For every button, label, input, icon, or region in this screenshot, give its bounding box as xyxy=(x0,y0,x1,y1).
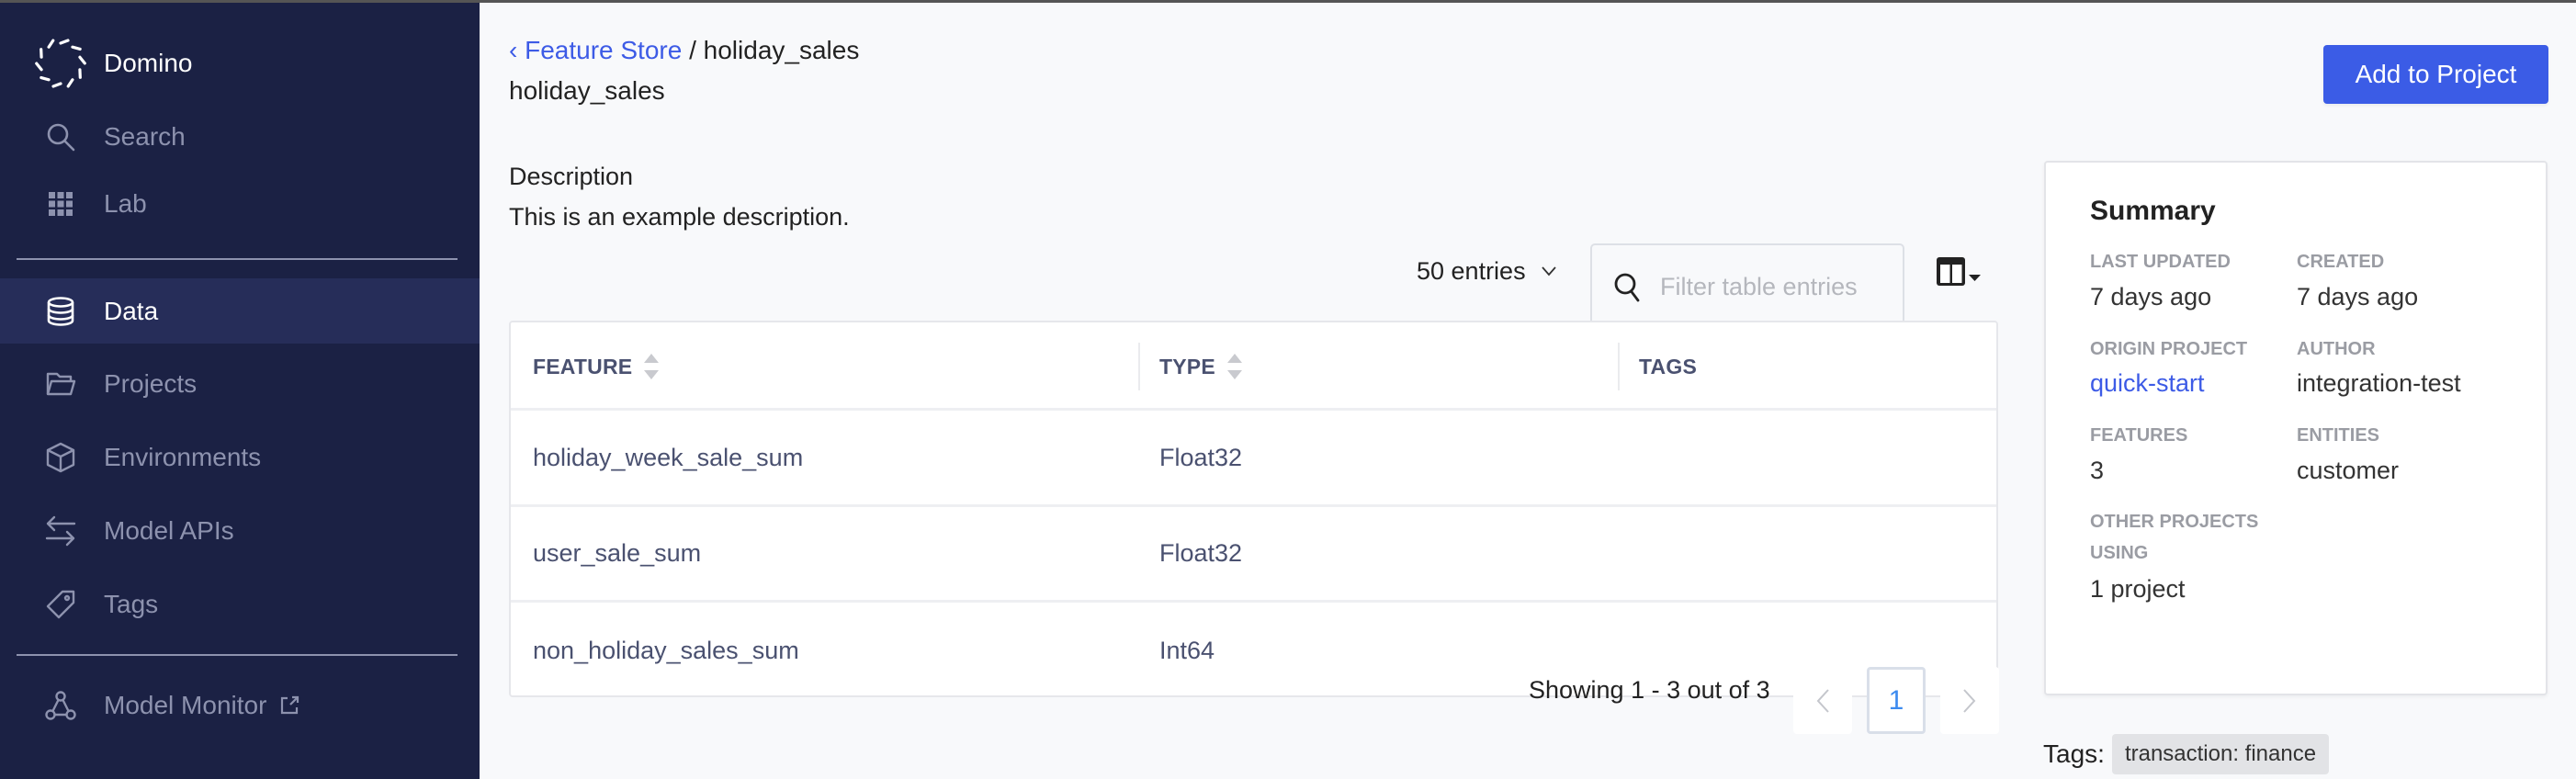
tag-icon xyxy=(44,588,77,621)
summary-card: Summary LAST UPDATED 7 days ago CREATED … xyxy=(2044,161,2548,695)
sidebar-item-label: Model APIs xyxy=(104,516,234,545)
column-header-tags: TAGS xyxy=(1639,322,1697,411)
cube-icon xyxy=(44,441,77,474)
columns-icon xyxy=(1937,257,1981,286)
column-header-type[interactable]: TYPE xyxy=(1159,322,1243,411)
arrows-exchange-icon xyxy=(44,514,77,548)
cell-feature: non_holiday_sales_sum xyxy=(533,636,799,664)
filter-field[interactable] xyxy=(1590,243,1904,331)
add-to-project-button[interactable]: Add to Project xyxy=(2323,45,2548,104)
last-updated-value: 7 days ago xyxy=(2090,283,2212,310)
page-button-1[interactable]: 1 xyxy=(1867,667,1926,734)
column-separator xyxy=(1138,343,1140,390)
chevron-left-icon xyxy=(1816,688,1829,713)
author-value: integration-test xyxy=(2297,369,2461,397)
column-header-label: TAGS xyxy=(1639,354,1697,378)
sidebar-item-environments[interactable]: Environments xyxy=(0,425,480,490)
sidebar-divider xyxy=(17,258,458,260)
entries-label: 50 entries xyxy=(1417,256,1526,285)
next-page-button[interactable] xyxy=(1940,667,1999,734)
tags-row: Tags: transaction: finance xyxy=(2043,733,2330,775)
column-header-label: TYPE xyxy=(1159,354,1215,378)
tag-chip[interactable]: transaction: finance xyxy=(2111,734,2330,774)
sidebar-item-projects[interactable]: Projects xyxy=(0,352,480,416)
sidebar-item-label: Model Monitor xyxy=(104,691,299,720)
sidebar-item-label: Data xyxy=(104,296,159,325)
sort-icon xyxy=(1226,354,1242,379)
brand-name: Domino xyxy=(104,49,193,77)
sort-icon xyxy=(644,354,660,379)
cell-type: Int64 xyxy=(1159,636,1215,664)
description-text: This is an example description. xyxy=(509,203,850,231)
sidebar-item-data[interactable]: Data xyxy=(0,278,480,344)
features-value: 3 xyxy=(2090,457,2105,484)
column-visibility-toggle[interactable] xyxy=(1933,253,1984,289)
entities-value: customer xyxy=(2297,457,2400,484)
sidebar-item-label: Projects xyxy=(104,369,198,398)
sidebar-item-label: Lab xyxy=(104,189,147,218)
sidebar-item-search[interactable]: Search xyxy=(0,105,480,169)
column-header-label: FEATURE xyxy=(533,354,633,378)
features-table: FEATURE TYPE TAGS holiday_week_sale_sum … xyxy=(509,321,1998,697)
tags-label: Tags: xyxy=(2043,739,2105,768)
cell-feature: user_sale_sum xyxy=(533,539,702,567)
brand[interactable]: Domino xyxy=(35,36,192,91)
created-value: 7 days ago xyxy=(2297,283,2419,310)
entities-label: ENTITIES xyxy=(2297,425,2380,446)
sidebar: Domino Search Lab Data Projects Environm… xyxy=(0,3,480,779)
origin-project-label: ORIGIN PROJECT xyxy=(2090,339,2248,359)
author-label: AUTHOR xyxy=(2297,339,2376,359)
search-icon xyxy=(44,120,77,153)
summary-title: Summary xyxy=(2090,196,2216,226)
cell-type: Float32 xyxy=(1159,444,1243,471)
search-icon xyxy=(1614,273,1640,301)
cell-type: Float32 xyxy=(1159,539,1243,567)
sidebar-item-lab[interactable]: Lab xyxy=(0,172,480,236)
pagination-summary: Showing 1 - 3 out of 3 xyxy=(1529,676,1770,704)
breadcrumb: ‹ Feature Store / holiday_sales xyxy=(509,36,859,65)
table-row[interactable]: non_holiday_sales_sum Int64 xyxy=(511,603,1996,698)
domino-logo-icon xyxy=(35,39,86,88)
external-link-icon xyxy=(281,695,299,715)
table-row[interactable]: holiday_week_sale_sum Float32 xyxy=(511,412,1996,507)
breadcrumb-separator: / xyxy=(682,36,704,64)
last-updated-label: LAST UPDATED xyxy=(2090,252,2231,272)
page-title: holiday_sales xyxy=(509,76,665,105)
chevron-right-icon xyxy=(1963,688,1976,713)
sidebar-item-model-apis[interactable]: Model APIs xyxy=(0,499,480,563)
column-separator xyxy=(1618,343,1620,390)
sidebar-item-model-monitor[interactable]: Model Monitor xyxy=(0,673,480,738)
table-row[interactable]: user_sale_sum Float32 xyxy=(511,507,1996,603)
entries-per-page-select[interactable]: 50 entries xyxy=(1417,253,1557,289)
created-label: CREATED xyxy=(2297,252,2385,272)
table-header: FEATURE TYPE TAGS xyxy=(511,322,1996,411)
sidebar-item-label: Search xyxy=(104,122,186,151)
breadcrumb-feature-store-link[interactable]: ‹ Feature Store xyxy=(509,36,682,64)
folder-icon xyxy=(44,367,77,401)
other-projects-value: 1 project xyxy=(2090,575,2186,603)
filter-input[interactable] xyxy=(1660,273,1890,301)
database-icon xyxy=(44,295,77,328)
features-label: FEATURES xyxy=(2090,425,2188,446)
column-header-feature[interactable]: FEATURE xyxy=(533,322,660,411)
sidebar-item-label: Tags xyxy=(104,590,159,618)
sidebar-item-label: Environments xyxy=(104,443,262,471)
caret-down-icon xyxy=(1969,275,1981,281)
cell-feature: holiday_week_sale_sum xyxy=(533,444,804,471)
sidebar-item-tags[interactable]: Tags xyxy=(0,572,480,637)
sidebar-divider xyxy=(17,654,458,656)
chevron-down-icon xyxy=(1541,266,1556,277)
grid-icon xyxy=(44,187,77,220)
sidebar-item-label-text: Model Monitor xyxy=(104,691,267,719)
breadcrumb-current: holiday_sales xyxy=(703,36,860,64)
model-monitor-icon xyxy=(44,689,77,722)
description-label: Description xyxy=(509,163,634,190)
other-projects-label: OTHER PROJECTS USING xyxy=(2090,512,2259,563)
origin-project-link[interactable]: quick-start xyxy=(2090,369,2205,398)
prev-page-button[interactable] xyxy=(1793,667,1852,734)
